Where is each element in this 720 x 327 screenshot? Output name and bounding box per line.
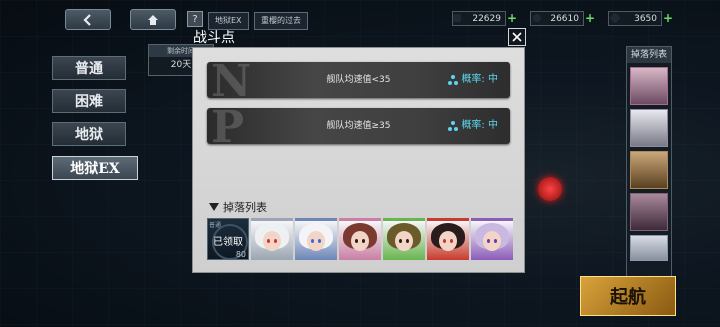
shipgirl-eye	[406, 239, 409, 243]
add-coin-button[interactable]: +	[585, 11, 597, 26]
drop-thumb[interactable]	[630, 193, 668, 231]
probability-text: 概率: 中	[461, 120, 498, 131]
shipgirl-face	[439, 231, 457, 251]
probability-text: 概率: 中	[461, 74, 498, 85]
shipgirl-eye	[443, 239, 446, 243]
help-button[interactable]: ?	[187, 11, 203, 27]
chapter-drop-panel: 掉落列表	[626, 46, 672, 298]
resource-coin: 26610	[530, 11, 584, 26]
back-button[interactable]	[65, 9, 111, 30]
enemy-node-icon[interactable]	[538, 177, 562, 201]
close-icon	[512, 32, 522, 42]
shipgirl-eye	[318, 239, 321, 243]
shipgirl-face	[307, 231, 325, 251]
home-button[interactable]	[130, 9, 176, 30]
probability-icon	[448, 75, 459, 85]
drop-thumb[interactable]	[630, 151, 668, 189]
resource-gem: 3650	[608, 11, 662, 26]
sortie-label: 起航	[610, 287, 646, 308]
shipgirl-face	[263, 231, 281, 251]
probability: 概率: 中	[447, 62, 498, 98]
tab-normal[interactable]: 普通	[52, 56, 126, 80]
condition-row-n: N 舰队均速值<35 概率: 中	[207, 62, 510, 98]
shipgirl-drop-card[interactable]	[339, 218, 381, 260]
shipgirl-face	[483, 231, 501, 251]
shipgirl-eye	[355, 239, 358, 243]
shipgirl-eye	[311, 239, 314, 243]
drop-count: 80	[235, 250, 246, 259]
shipgirl-eye	[267, 239, 270, 243]
obtained-drop-card[interactable]: 普通 已领取 80	[207, 218, 249, 260]
resource-oil: 22629	[452, 11, 506, 26]
drop-list-title: 掉落列表	[223, 201, 267, 214]
shipgirl-drop-card[interactable]	[251, 218, 293, 260]
shipgirl-eye	[362, 239, 365, 243]
drop-thumb[interactable]	[630, 67, 668, 105]
shipgirl-face	[395, 231, 413, 251]
tab-hard[interactable]: 困难	[52, 89, 126, 113]
shipgirl-eye	[494, 239, 497, 243]
add-gem-button[interactable]: +	[663, 11, 675, 26]
shipgirl-eye	[450, 239, 453, 243]
shipgirl-eye	[274, 239, 277, 243]
close-button[interactable]	[508, 28, 526, 46]
shipgirl-eye	[487, 239, 490, 243]
triangle-down-icon	[209, 203, 219, 211]
shipgirl-drop-card[interactable]	[471, 218, 513, 260]
add-oil-button[interactable]: +	[507, 11, 519, 26]
chapter-drop-title: 掉落列表	[627, 47, 671, 63]
modal-title: 战斗点	[193, 30, 235, 46]
drop-list: 普通 已领取 80	[207, 218, 513, 260]
condition-row-p: P 舰队均速值≥35 概率: 中	[207, 108, 510, 144]
drop-thumb[interactable]	[630, 235, 668, 261]
shipgirl-drop-card[interactable]	[383, 218, 425, 260]
obtained-label: 已领取	[213, 237, 243, 248]
top-bar: ? 地狱EX 重樱的过去 22629 + 26610 + 3650 +	[60, 8, 720, 30]
sortie-button[interactable]: 起航	[580, 276, 676, 316]
probability: 概率: 中	[447, 108, 498, 144]
tab-hell-ex[interactable]: 地狱EX	[52, 156, 138, 180]
shipgirl-drop-card[interactable]	[295, 218, 337, 260]
home-icon	[148, 14, 158, 25]
shipgirl-eye	[399, 239, 402, 243]
drop-list-header: 掉落列表	[209, 199, 267, 215]
breadcrumb-chapter: 重樱的过去	[254, 12, 308, 30]
back-arrow-icon	[83, 13, 91, 26]
tab-hell[interactable]: 地狱	[52, 122, 126, 146]
drop-thumb[interactable]	[630, 109, 668, 147]
probability-icon	[448, 121, 459, 131]
shipgirl-drop-card[interactable]	[427, 218, 469, 260]
battle-point-modal: N 舰队均速值<35 概率: 中 P 舰队均速值≥35 概率: 中 掉落列表 普…	[193, 48, 524, 272]
shipgirl-face	[351, 231, 369, 251]
